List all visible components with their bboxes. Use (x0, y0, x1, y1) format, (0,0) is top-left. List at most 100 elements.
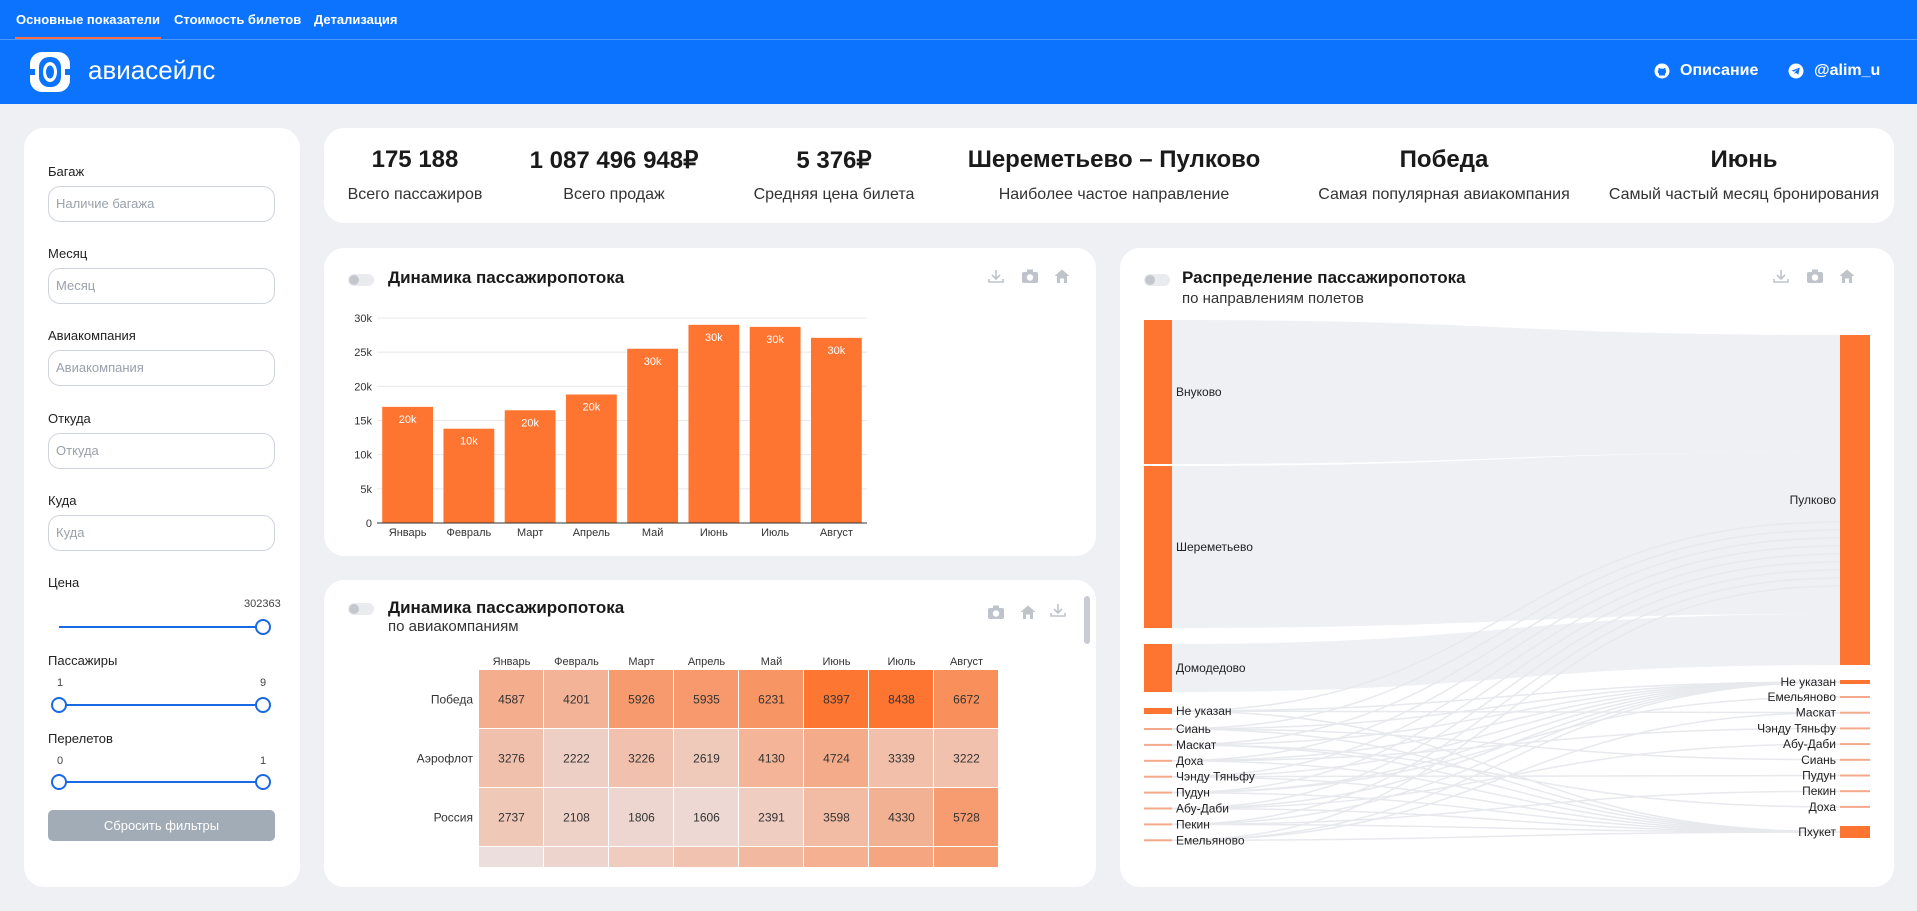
price-slider-track[interactable] (59, 626, 264, 628)
bar (810, 337, 862, 523)
cell-value: 8397 (823, 693, 850, 707)
y-tick-label: 5k (360, 484, 372, 496)
kpi-panel: 175 188 Всего пассажиров 1 087 496 948₽ … (324, 128, 1894, 223)
flights-slider-track[interactable] (59, 781, 264, 783)
cell-value: 5926 (628, 693, 655, 707)
kpi-value: Июнь (1710, 146, 1778, 173)
x-tick-label: Март (517, 527, 543, 539)
bar (565, 394, 617, 523)
x-tick-label: Август (820, 527, 853, 539)
y-tick-label: 15k (354, 416, 372, 428)
x-tick-label: Май (642, 527, 664, 539)
cell-value: 4330 (888, 811, 915, 825)
reset-filters-button[interactable]: Сбросить фильтры (48, 810, 275, 841)
flights-label: Перелетов (48, 731, 113, 746)
column-label: Март (628, 656, 654, 668)
x-tick-label: Июль (761, 527, 789, 539)
cell-value: 2619 (693, 752, 720, 766)
sankey-target-node (1840, 711, 1870, 714)
passenger-dynamics-card: Динамика пассажиропотока 0 5k 10k 15k 20k 25k… (324, 248, 1096, 556)
x-tick-label: Июнь (700, 527, 728, 539)
sankey-target-label: Пудун (1802, 769, 1836, 783)
x-tick-label: Апрель (573, 527, 611, 539)
filters-panel: Багаж Наличие багажа Месяц Месяц Авиаком… (24, 128, 300, 887)
price-label: Цена (48, 575, 80, 590)
sankey-target-label: Пекин (1802, 784, 1836, 798)
bar-value-label: 30k (705, 332, 723, 344)
cell-value: 6672 (953, 693, 980, 707)
flights-max-handle[interactable] (255, 774, 271, 790)
cell-value: 2737 (498, 811, 525, 825)
sankey-source-label: Внуково (1176, 385, 1222, 399)
telegram-icon (1788, 63, 1804, 79)
bar-value-label: 20k (521, 417, 539, 429)
sankey-source-label: Домодедово (1176, 661, 1246, 675)
cell-value: 3226 (628, 752, 655, 766)
description-link[interactable]: Описание (1654, 62, 1758, 80)
y-tick-label: 25k (354, 347, 372, 359)
price-max-handle[interactable] (255, 619, 271, 635)
from-select[interactable]: Откуда (48, 433, 275, 469)
column-label: Май (761, 656, 783, 668)
sankey-target-node (1840, 727, 1870, 730)
header: авиасейлс Описание @alim_u (0, 40, 1917, 104)
kpi-label: Самый частый месяц бронирования (1608, 186, 1880, 203)
passengers-min-value: 1 (57, 677, 64, 689)
passengers-min-handle[interactable] (51, 697, 67, 713)
sankey-source-node (1144, 759, 1172, 762)
user-link[interactable]: @alim_u (1788, 62, 1880, 80)
sankey-target-node (1840, 758, 1870, 761)
kpi-value: 5 376₽ (796, 147, 872, 174)
flights-min-handle[interactable] (51, 774, 67, 790)
cell-value: 6231 (758, 693, 785, 707)
y-tick-label: 20k (354, 381, 372, 393)
sankey-source-node (1144, 775, 1172, 778)
baggage-select[interactable]: Наличие багажа (48, 186, 275, 222)
bar-value-label: 30k (644, 356, 662, 368)
cell-value: 3339 (888, 752, 915, 766)
tab-main-metrics[interactable]: Основные показатели (15, 12, 161, 39)
kpi-label: Самая популярная авиакомпания (1318, 186, 1570, 203)
bar-value-label: 30k (828, 345, 846, 357)
price-max-value: 302363 (244, 598, 281, 610)
cell-value: 3222 (953, 752, 980, 766)
kpi-value: Победа (1399, 146, 1489, 173)
baggage-label: Багаж (48, 164, 85, 179)
tab-details[interactable]: Детализация (314, 12, 397, 27)
sankey-target-label: Емельяново (1768, 690, 1837, 704)
kpi-label: Всего пассажиров (347, 186, 483, 203)
x-tick-label: Февраль (447, 527, 492, 539)
sankey-target-label: Не указан (1780, 675, 1836, 689)
aviasales-logo-icon (30, 52, 70, 92)
route-distribution-card: Распределение пассажиропотока по направл… (1120, 248, 1894, 887)
row-label: Победа (431, 693, 473, 707)
sankey-target-label: Пхукет (1798, 825, 1836, 839)
column-label: Январь (493, 656, 531, 668)
bar (688, 324, 740, 523)
month-select[interactable]: Месяц (48, 268, 275, 304)
cell-value: 1606 (693, 811, 720, 825)
tab-ticket-cost[interactable]: Стоимость билетов (174, 12, 301, 27)
passengers-max-handle[interactable] (255, 697, 271, 713)
to-select[interactable]: Куда (48, 515, 275, 551)
github-icon (1654, 63, 1670, 79)
sankey-target-node (1840, 743, 1870, 746)
heatmap-cell-partial (544, 847, 608, 867)
airline-select[interactable]: Авиакомпания (48, 350, 275, 386)
passengers-max-value: 9 (260, 677, 267, 689)
sankey-source-label: Маскат (1176, 738, 1217, 752)
sankey-source-label: Емельяново (1176, 833, 1245, 847)
sankey-source-node (1144, 320, 1172, 464)
heatmap-cell-partial (804, 847, 868, 867)
passengers-slider-track[interactable] (59, 704, 264, 706)
column-label: Апрель (688, 656, 726, 668)
sankey-target-node (1840, 790, 1870, 793)
sankey-target-label: Маскат (1796, 706, 1837, 720)
heatmap-cell-partial (739, 847, 803, 867)
cell-value: 2222 (563, 752, 590, 766)
cell-value: 4201 (563, 693, 590, 707)
column-label: Февраль (554, 656, 599, 668)
sankey-target-node (1840, 335, 1870, 665)
sankey-target-label: Абу-Даби (1783, 737, 1836, 751)
heatmap-cell-partial (869, 847, 933, 867)
